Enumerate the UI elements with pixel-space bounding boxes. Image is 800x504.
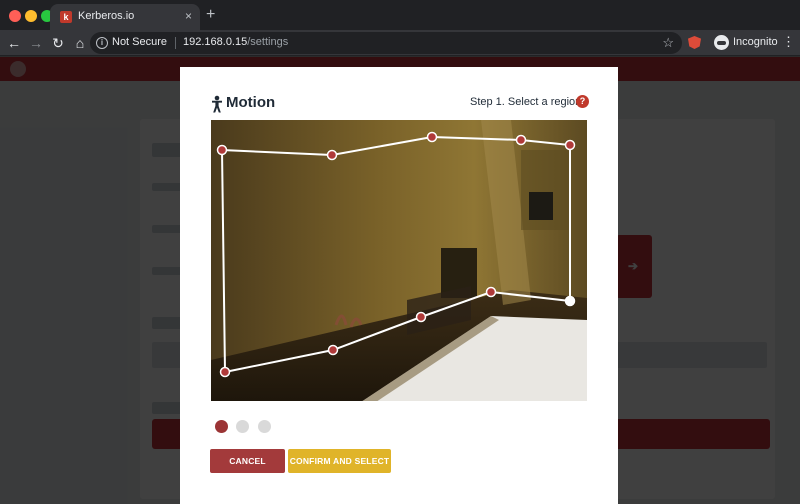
region-point[interactable] — [564, 139, 576, 151]
url-host: 192.168.0.15 — [183, 36, 248, 48]
motion-modal: Motion Step 1. Select a region ? CANCEL … — [180, 67, 618, 504]
security-status[interactable]: Not Secure — [112, 36, 167, 48]
bookmark-star-icon[interactable]: ☆ — [662, 35, 674, 51]
help-icon[interactable]: ? — [576, 95, 589, 108]
person-icon — [212, 95, 222, 113]
region-point[interactable] — [415, 311, 427, 323]
tab-close-icon[interactable]: × — [185, 9, 192, 23]
step-label: Step 1. Select a region — [470, 96, 582, 108]
modal-title: Motion — [226, 94, 276, 111]
incognito-label[interactable]: Incognito — [733, 36, 778, 48]
forward-icon[interactable]: → — [26, 33, 46, 53]
region-point[interactable] — [326, 149, 338, 161]
url-text[interactable]: 192.168.0.15/settings — [183, 36, 288, 48]
region-point[interactable] — [485, 286, 497, 298]
new-tab-button[interactable]: + — [206, 6, 215, 24]
region-point-selected[interactable] — [564, 295, 576, 307]
region-point[interactable] — [216, 144, 228, 156]
step-dot-1[interactable] — [215, 420, 228, 433]
minimize-window-button[interactable] — [25, 10, 37, 22]
step-dot-2[interactable] — [236, 420, 249, 433]
address-bar[interactable]: i Not Secure 192.168.0.15/settings ☆ — [90, 32, 682, 54]
region-point[interactable] — [327, 344, 339, 356]
tab-title: Kerberos.io — [78, 10, 135, 22]
browser-tab[interactable]: k Kerberos.io × — [50, 4, 200, 30]
browser-titlebar: k Kerberos.io × + — [0, 0, 800, 30]
browser-menu-icon[interactable]: ⋮ — [782, 34, 795, 50]
kerberos-favicon-icon: k — [60, 11, 72, 23]
back-icon[interactable]: ← — [4, 33, 24, 53]
region-point[interactable] — [219, 366, 231, 378]
region-point[interactable] — [515, 134, 527, 146]
address-divider — [175, 37, 176, 49]
incognito-icon[interactable] — [714, 35, 729, 50]
info-icon[interactable]: i — [96, 37, 108, 49]
confirm-and-select-button[interactable]: CONFIRM AND SELECT — [288, 449, 391, 473]
url-path: /settings — [247, 36, 289, 48]
browser-toolbar: ← → ↻ ⌂ i Not Secure 192.168.0.15/settin… — [0, 30, 800, 56]
reload-icon[interactable]: ↻ — [48, 33, 68, 53]
home-icon[interactable]: ⌂ — [70, 33, 90, 53]
camera-snapshot — [211, 120, 587, 401]
close-window-button[interactable] — [9, 10, 21, 22]
region-point[interactable] — [426, 131, 438, 143]
cancel-button[interactable]: CANCEL — [210, 449, 285, 473]
window-pane — [529, 192, 553, 220]
camera-region-canvas[interactable] — [211, 120, 587, 401]
step-dot-3[interactable] — [258, 420, 271, 433]
